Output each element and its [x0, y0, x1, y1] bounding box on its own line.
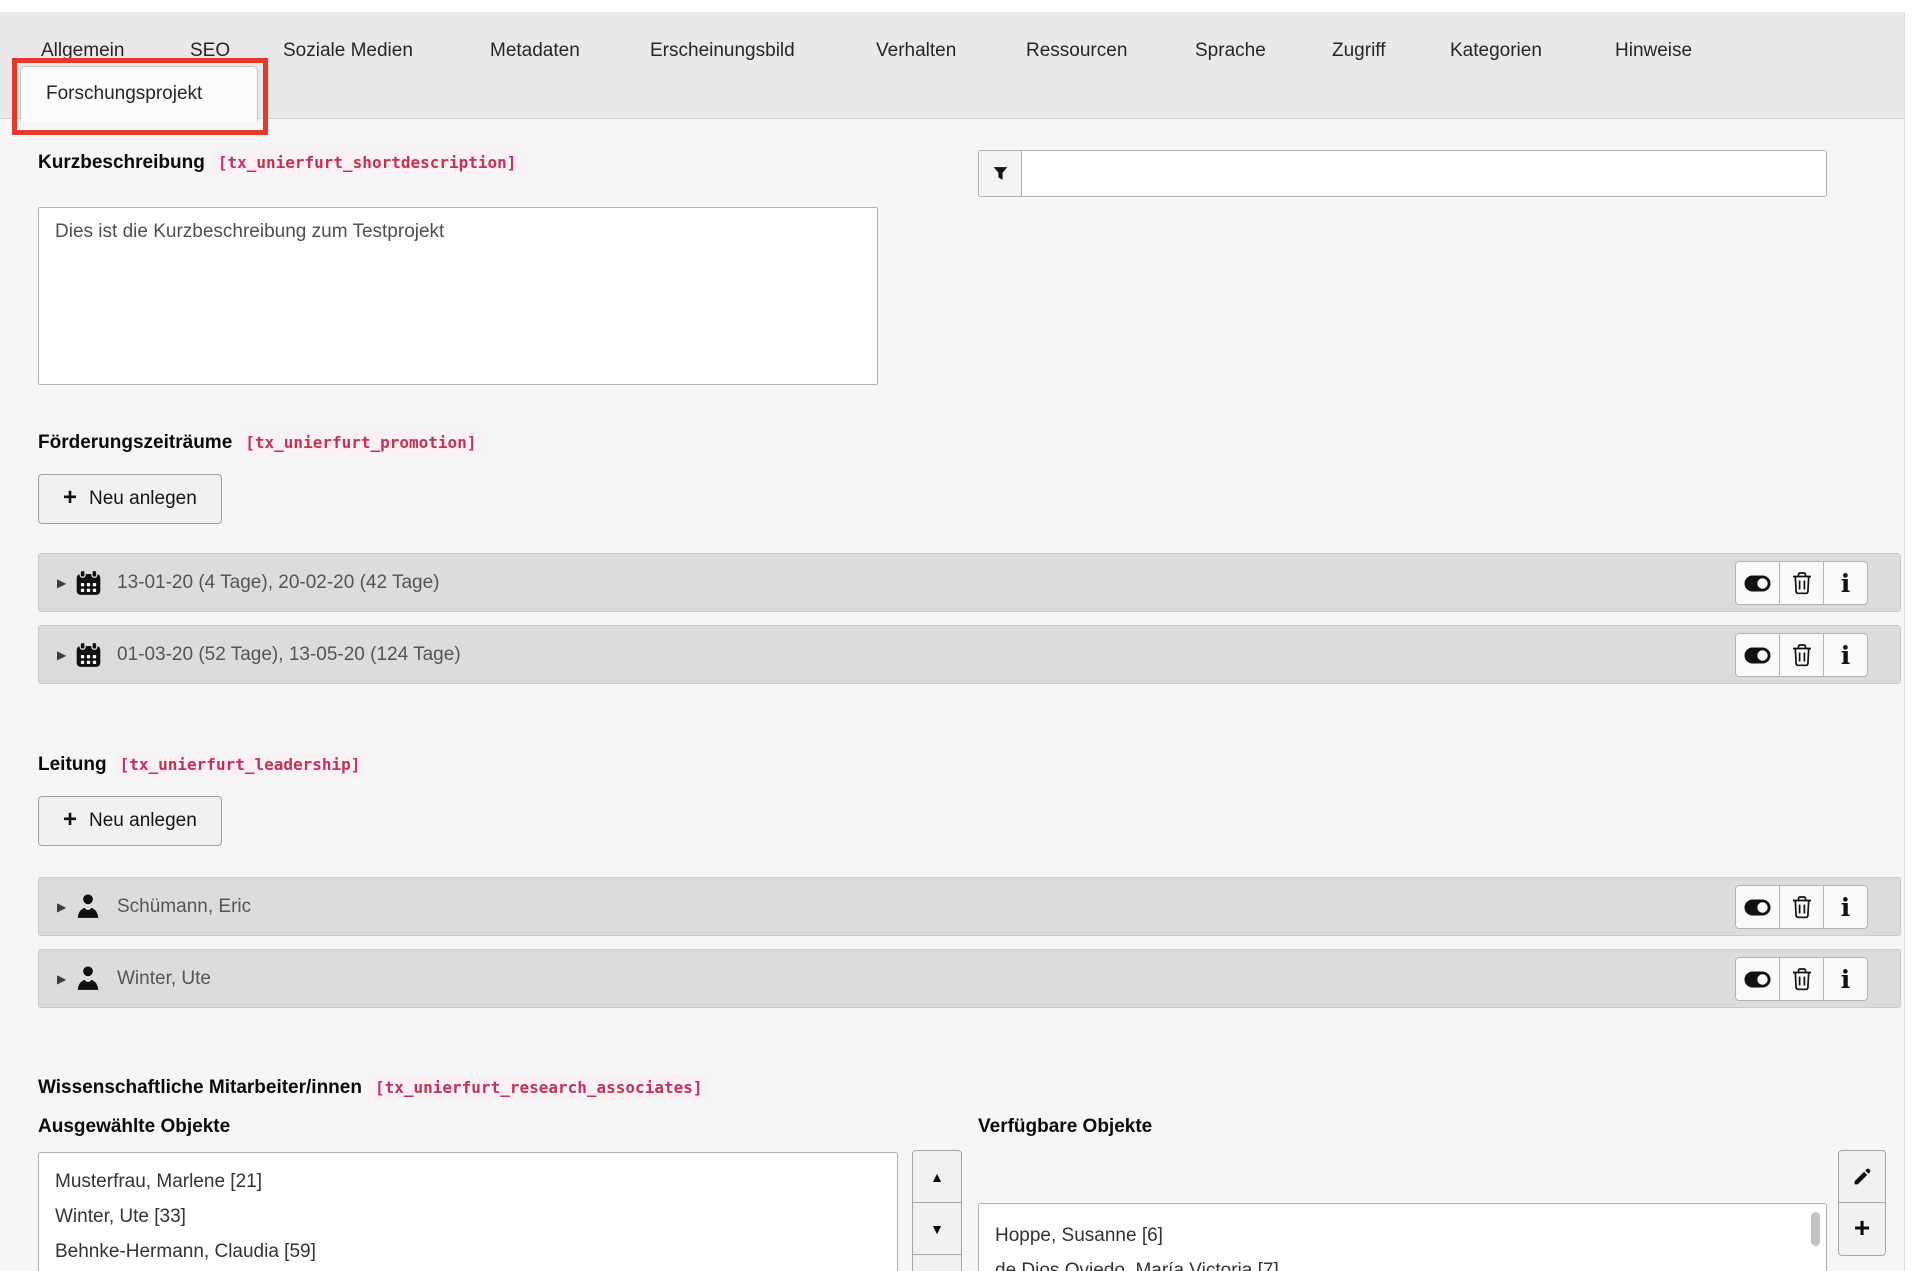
toggle-enabled-button[interactable] — [1735, 561, 1780, 605]
tab-allgemein[interactable]: Allgemein — [41, 39, 124, 63]
plus-icon: + — [1853, 1211, 1871, 1243]
field-label-text: Kurzbeschreibung — [38, 152, 205, 173]
edit-button[interactable] — [1838, 1150, 1886, 1203]
info-icon: i — [1840, 892, 1851, 922]
new-button-label: Neu anlegen — [89, 488, 197, 509]
record-title: Winter, Ute — [117, 967, 211, 989]
tab-kategorien[interactable]: Kategorien — [1450, 39, 1542, 63]
partially-visible-action-button[interactable] — [912, 1254, 962, 1271]
short-description-textarea[interactable]: Dies ist die Kurzbeschreibung zum Testpr… — [38, 207, 878, 385]
selected-option[interactable]: Musterfrau, Marlene [21] — [39, 1164, 897, 1199]
field-key: [tx_unierfurt_shortdescription] — [212, 151, 522, 174]
businessman-icon — [75, 893, 102, 920]
tab-sprache[interactable]: Sprache — [1195, 39, 1266, 63]
promotion-new-button[interactable]: + Neu anlegen — [38, 474, 222, 524]
selected-objects-listbox[interactable]: Musterfrau, Marlene [21] Winter, Ute [33… — [38, 1152, 898, 1271]
promotion-record-row[interactable]: ▶ 01-03-20 (52 Tage), 13-05-20 (124 Tage… — [38, 625, 1901, 684]
calendar-icon — [75, 569, 102, 596]
field-label-text: Förderungszeiträume — [38, 432, 233, 453]
caret-right-icon: ▶ — [57, 899, 67, 914]
leadership-record-row[interactable]: ▶ Winter, Ute i — [38, 949, 1901, 1008]
delete-button[interactable] — [1779, 885, 1824, 929]
available-objects-heading: Verfügbare Objekte — [978, 1116, 1153, 1137]
reorder-button-group: ▲ ▼ — [912, 1150, 962, 1271]
field-label-text: Wissenschaftliche Mitarbeiter/innen — [38, 1077, 362, 1098]
arrow-up-icon: ▲ — [930, 1168, 944, 1185]
active-tab-label: Forschungsprojekt — [46, 83, 203, 104]
record-actions: i — [1735, 957, 1868, 1001]
info-button[interactable]: i — [1823, 957, 1868, 1001]
form-panel: Kurzbeschreibung [tx_unierfurt_shortdescr… — [0, 119, 1905, 1271]
filter-funnel-icon — [993, 167, 1007, 180]
record-title: Schümann, Eric — [117, 895, 252, 917]
delete-button[interactable] — [1779, 561, 1824, 605]
record-actions: i — [1735, 633, 1868, 677]
pencil-icon — [1854, 1168, 1870, 1185]
tab-hinweise[interactable]: Hinweise — [1615, 39, 1692, 63]
tab-soziale-medien[interactable]: Soziale Medien — [283, 39, 413, 63]
arrow-down-icon: ▼ — [930, 1220, 944, 1237]
leadership-label: Leitung [tx_unierfurt_leadership] — [38, 753, 366, 776]
research-associates-label: Wissenschaftliche Mitarbeiter/innen [tx_u… — [38, 1076, 708, 1099]
calendar-icon — [75, 641, 102, 668]
record-actions: i — [1735, 561, 1868, 605]
info-button[interactable]: i — [1823, 633, 1868, 677]
field-key: [tx_unierfurt_promotion] — [240, 431, 482, 454]
tab-ressourcen[interactable]: Ressourcen — [1026, 39, 1127, 63]
available-objects-filter-input[interactable] — [1021, 150, 1827, 197]
toggle-enabled-button[interactable] — [1735, 633, 1780, 677]
new-button-label: Neu anlegen — [89, 810, 197, 831]
leadership-record-row[interactable]: ▶ Schümann, Eric i — [38, 877, 1901, 936]
selected-option[interactable]: Winter, Ute [33] — [39, 1199, 897, 1234]
field-label-text: Leitung — [38, 754, 107, 775]
record-actions: i — [1735, 885, 1868, 929]
delete-button[interactable] — [1779, 633, 1824, 677]
move-up-button[interactable]: ▲ — [912, 1150, 962, 1203]
info-icon: i — [1840, 568, 1851, 598]
tab-erscheinungsbild[interactable]: Erscheinungsbild — [650, 39, 795, 63]
selected-option[interactable]: Behnke-Hermann, Claudia [59] — [39, 1234, 897, 1269]
tab-zugriff[interactable]: Zugriff — [1332, 39, 1386, 63]
caret-right-icon: ▶ — [57, 971, 67, 986]
available-option[interactable]: de Dios Oviedo, María Victoria [7] — [979, 1253, 1826, 1271]
tab-forschungsprojekt[interactable]: Forschungsprojekt — [20, 66, 258, 121]
plus-icon: + — [63, 484, 78, 511]
businessman-icon — [75, 965, 102, 992]
record-title: 01-03-20 (52 Tage), 13-05-20 (124 Tage) — [117, 643, 461, 665]
caret-right-icon: ▶ — [57, 647, 67, 662]
tab-bar: Allgemein SEO Soziale Medien Metadaten E… — [0, 12, 1905, 119]
scrollbar-thumb[interactable] — [1811, 1212, 1820, 1246]
field-key: [tx_unierfurt_leadership] — [114, 753, 366, 776]
typo3-edit-form: Allgemein SEO Soziale Medien Metadaten E… — [0, 0, 1920, 1271]
promotion-record-row[interactable]: ▶ 13-01-20 (4 Tage), 20-02-20 (42 Tage) … — [38, 553, 1901, 612]
leadership-new-button[interactable]: + Neu anlegen — [38, 796, 222, 846]
field-key: [tx_unierfurt_research_associates] — [369, 1076, 708, 1099]
info-icon: i — [1840, 964, 1851, 994]
short-description-label: Kurzbeschreibung [tx_unierfurt_shortdescr… — [38, 151, 522, 174]
available-objects-listbox[interactable]: Hoppe, Susanne [6] de Dios Oviedo, María… — [978, 1203, 1827, 1271]
record-title: 13-01-20 (4 Tage), 20-02-20 (42 Tage) — [117, 571, 440, 593]
tab-metadaten[interactable]: Metadaten — [490, 39, 580, 63]
move-down-button[interactable]: ▼ — [912, 1202, 962, 1255]
tab-verhalten[interactable]: Verhalten — [876, 39, 956, 63]
delete-button[interactable] — [1779, 957, 1824, 1001]
info-button[interactable]: i — [1823, 561, 1868, 605]
add-button[interactable]: + — [1838, 1202, 1886, 1256]
toggle-enabled-button[interactable] — [1735, 885, 1780, 929]
caret-right-icon: ▶ — [57, 575, 67, 590]
toggle-enabled-button[interactable] — [1735, 957, 1780, 1001]
promotion-label: Förderungszeiträume [tx_unierfurt_promoti… — [38, 431, 482, 454]
info-button[interactable]: i — [1823, 885, 1868, 929]
available-option[interactable]: Hoppe, Susanne [6] — [979, 1218, 1826, 1253]
tab-seo[interactable]: SEO — [190, 39, 230, 63]
info-icon: i — [1840, 640, 1851, 670]
selected-objects-heading: Ausgewählte Objekte — [38, 1116, 231, 1137]
plus-icon: + — [63, 806, 78, 833]
edit-add-button-group: + — [1838, 1150, 1886, 1256]
filter-dropdown-button[interactable] — [978, 150, 1022, 197]
